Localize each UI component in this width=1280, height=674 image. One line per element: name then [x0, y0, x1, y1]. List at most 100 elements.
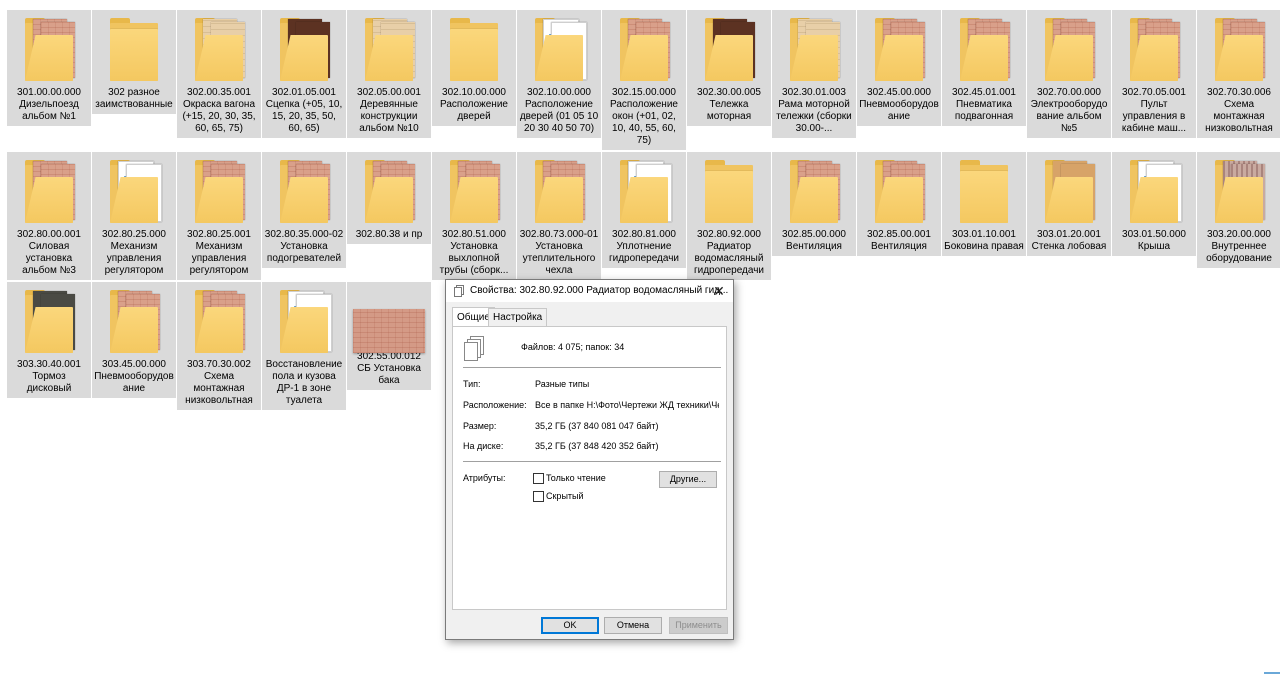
- item-label: 303.45.00.000 Пневмооборудование: [94, 359, 174, 394]
- disk-size-value: 35,2 ГБ (37 848 420 352 байт): [535, 441, 659, 451]
- item-label: 302 разное заимствованные: [95, 87, 173, 110]
- item-label: 302.45.01.001 Пневматика подвагонная: [952, 87, 1016, 122]
- item-label: 302.55.00.012 СБ Установка бака: [357, 351, 421, 386]
- folder-icon: [1211, 157, 1267, 227]
- folder-item[interactable]: 303.20.00.000 Внутреннее оборудование: [1197, 152, 1280, 268]
- folder-item[interactable]: 302.80.25.001 Механизм управления регуля…: [177, 152, 261, 280]
- folder-item[interactable]: 302.00.35.001 Окраска вагона (+15, 20, 3…: [177, 10, 261, 138]
- item-label: 302.30.00.005 Тележка моторная: [697, 87, 761, 122]
- folder-icon: [361, 157, 417, 227]
- item-label: 302.85.00.000 Вентиляция: [782, 229, 846, 252]
- folder-icon: [871, 15, 927, 85]
- item-label: 302.10.00.000 Расположение дверей: [440, 87, 508, 122]
- apply-button[interactable]: Применить: [669, 617, 728, 634]
- folder-item[interactable]: 302.45.01.001 Пневматика подвагонная: [942, 10, 1026, 126]
- location-value[interactable]: Все в папке H:\Фото\Чертежи ЖД техники\Ч…: [535, 400, 719, 410]
- folder-icon: [446, 15, 502, 85]
- folder-icon: [531, 157, 587, 227]
- folder-item[interactable]: 302.80.00.001 Силовая установка альбом №…: [7, 152, 91, 280]
- dialog-titlebar[interactable]: Свойства: 302.80.92.000 Радиатор водомас…: [446, 280, 733, 302]
- item-label: 302.00.35.001 Окраска вагона (+15, 20, 3…: [182, 87, 256, 134]
- separator: [463, 461, 721, 462]
- item-label: 302.80.73.000-01 Установка утеплительног…: [519, 229, 599, 276]
- folder-item[interactable]: 302.80.25.000 Механизм управления регуля…: [92, 152, 176, 280]
- item-label: 302.10.00.000 Расположение дверей (01 05…: [519, 87, 599, 134]
- folder-icon: [361, 15, 417, 85]
- files-icon: [454, 285, 464, 297]
- folder-icon: [786, 157, 842, 227]
- folder-item[interactable]: 302.85.00.001 Вентиляция: [857, 152, 941, 256]
- folder-icon: [106, 287, 162, 357]
- folder-item[interactable]: 303.30.40.001 Тормоз дисковый: [7, 282, 91, 398]
- folder-item[interactable]: 302.30.00.005 Тележка моторная: [687, 10, 771, 126]
- folder-item[interactable]: 302.05.00.001 Деревянные конструкции аль…: [347, 10, 431, 138]
- folder-item[interactable]: 303.45.00.000 Пневмооборудование: [92, 282, 176, 398]
- folder-icon: [191, 157, 247, 227]
- folder-item[interactable]: 301.00.00.000 Дизельпоезд альбом №1: [7, 10, 91, 126]
- folder-item[interactable]: 302.80.73.000-01 Установка утеплительног…: [517, 152, 601, 280]
- hidden-checkbox[interactable]: [533, 491, 544, 502]
- folder-item[interactable]: 302.80.81.000 Уплотнение гидропередачи: [602, 152, 686, 268]
- other-attributes-button[interactable]: Другие...: [659, 471, 717, 488]
- folder-icon: [446, 157, 502, 227]
- tab-settings[interactable]: Настройка: [488, 308, 548, 326]
- folder-item[interactable]: 302.10.00.000 Расположение дверей (01 05…: [517, 10, 601, 138]
- ok-button[interactable]: OK: [541, 617, 599, 634]
- folder-icon: [701, 15, 757, 85]
- item-label: 302.45.00.000 Пневмооборудование: [859, 87, 939, 122]
- item-label: 303.01.50.000 Крыша: [1122, 229, 1186, 252]
- item-label: 302.80.35.000-02 Установка подогревателе…: [264, 229, 344, 264]
- item-label: 302.80.00.001 Силовая установка альбом №…: [17, 229, 81, 276]
- folder-icon: [21, 15, 77, 85]
- folder-item[interactable]: Восстановление пола и кузова ДР-1 в зоне…: [262, 282, 346, 410]
- readonly-checkbox[interactable]: [533, 473, 544, 484]
- folder-item[interactable]: 302.80.35.000-02 Установка подогревателе…: [262, 152, 346, 268]
- item-label: Восстановление пола и кузова ДР-1 в зоне…: [265, 359, 343, 406]
- folder-item[interactable]: 302.80.38 и пр: [347, 152, 431, 244]
- folder-icon: [531, 15, 587, 85]
- image-thumbnail: [353, 287, 425, 353]
- folder-item[interactable]: 302 разное заимствованные: [92, 10, 176, 114]
- cancel-button[interactable]: Отмена: [604, 617, 662, 634]
- folder-item[interactable]: 302.45.00.000 Пневмооборудование: [857, 10, 941, 126]
- item-label: 302.80.92.000 Радиатор водомасляный гидр…: [693, 229, 765, 276]
- folder-item[interactable]: 302.15.00.000 Расположение окон (+01, 02…: [602, 10, 686, 150]
- folder-icon: [616, 15, 672, 85]
- hidden-label: Скрытый: [546, 491, 584, 501]
- folder-item[interactable]: 302.70.00.000 Электрооборудование альбом…: [1027, 10, 1111, 138]
- general-panel: Файлов: 4 075; папок: 34 Тип: Разные тип…: [452, 326, 727, 610]
- type-label: Тип:: [463, 379, 481, 389]
- folder-icon: [1126, 15, 1182, 85]
- folder-item[interactable]: 302.70.30.006 Схема монтажная низковольт…: [1197, 10, 1280, 138]
- folder-icon: [956, 157, 1012, 227]
- item-label: 303.70.30.002 Схема монтажная низковольт…: [185, 359, 253, 406]
- folder-item[interactable]: 303.01.50.000 Крыша: [1112, 152, 1196, 256]
- folder-item[interactable]: 303.70.30.002 Схема монтажная низковольт…: [177, 282, 261, 410]
- item-label: 302.70.30.006 Схема монтажная низковольт…: [1205, 87, 1273, 134]
- item-label: 303.20.00.000 Внутреннее оборудование: [1206, 229, 1272, 264]
- folder-icon: [106, 15, 162, 85]
- folder-item[interactable]: 302.10.00.000 Расположение дверей: [432, 10, 516, 126]
- folder-icon: [871, 157, 927, 227]
- folder-item[interactable]: 302.01.05.001 Сцепка (+05, 10, 15, 20, 3…: [262, 10, 346, 138]
- readonly-label: Только чтение: [546, 473, 606, 483]
- folder-icon: [21, 287, 77, 357]
- item-label: 302.80.38 и пр: [355, 229, 423, 240]
- item-label: 302.05.00.001 Деревянные конструкции аль…: [357, 87, 421, 134]
- folder-item[interactable]: 303.01.10.001 Боковина правая: [942, 152, 1026, 256]
- folder-item[interactable]: 303.01.20.001 Стенка лобовая: [1027, 152, 1111, 256]
- item-label: 301.00.00.000 Дизельпоезд альбом №1: [17, 87, 81, 122]
- item-label: 302.80.25.001 Механизм управления регуля…: [187, 229, 251, 276]
- folder-icon: [191, 287, 247, 357]
- folder-icon: [616, 157, 672, 227]
- folder-item[interactable]: 302.30.01.003 Рама моторной тележки (сбо…: [772, 10, 856, 138]
- folder-item[interactable]: 302.85.00.000 Вентиляция: [772, 152, 856, 256]
- item-label: 302.15.00.000 Расположение окон (+01, 02…: [610, 87, 678, 146]
- folder-item[interactable]: 302.80.51.000 Установка выхлопной трубы …: [432, 152, 516, 280]
- item-label: 302.01.05.001 Сцепка (+05, 10, 15, 20, 3…: [265, 87, 343, 134]
- close-button[interactable]: ✕: [705, 280, 733, 302]
- folder-item[interactable]: 302.80.92.000 Радиатор водомасляный гидр…: [687, 152, 771, 280]
- folder-item[interactable]: 302.70.05.001 Пульт управления в кабине …: [1112, 10, 1196, 138]
- image-file-item[interactable]: 302.55.00.012 СБ Установка бака: [347, 282, 431, 390]
- folder-icon: [191, 15, 247, 85]
